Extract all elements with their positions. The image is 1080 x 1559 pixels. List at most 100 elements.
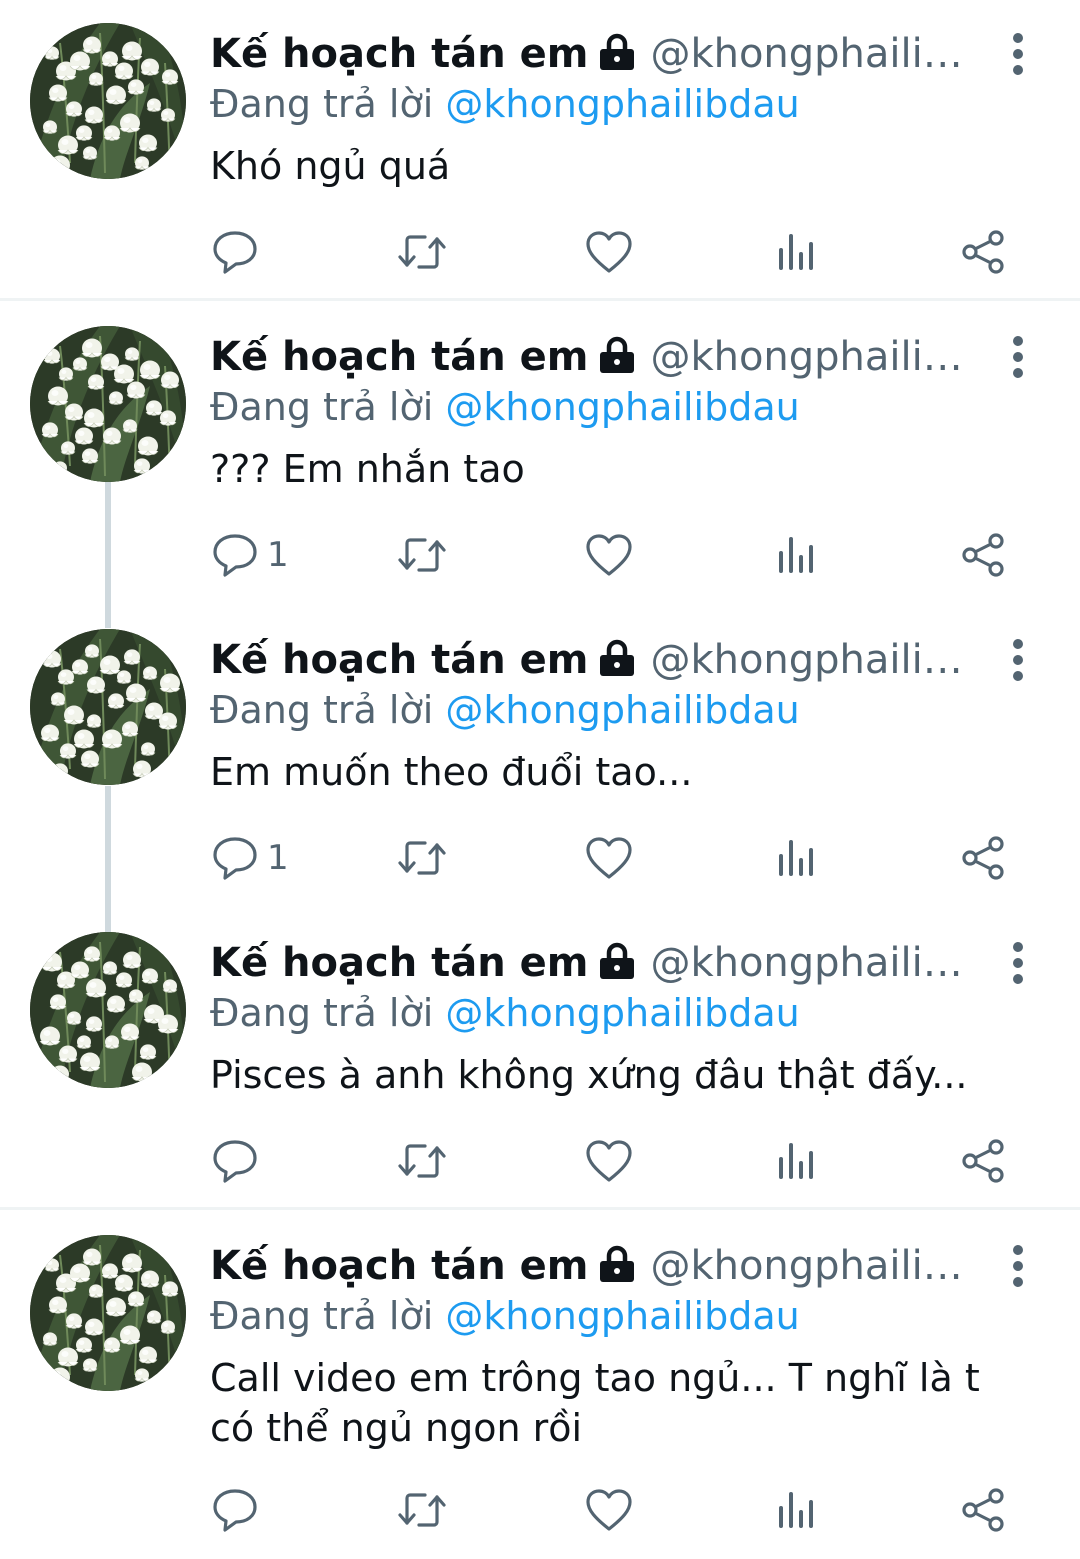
user-handle[interactable]: @khongphailibdau <box>650 632 970 688</box>
share-button[interactable] <box>960 1131 1006 1191</box>
reply-button[interactable]: 1 <box>211 828 289 888</box>
share-button[interactable] <box>960 828 1006 888</box>
like-button[interactable] <box>585 1131 633 1191</box>
tweet[interactable]: Kế hoạch tán em@khongphailibdau Đang trả… <box>0 0 1080 300</box>
retweet-button[interactable] <box>396 1131 448 1191</box>
replying-to-mention-link[interactable]: @khongphailibdau <box>445 991 799 1035</box>
user-handle[interactable]: @khongphailibdau <box>650 935 970 991</box>
tweet-text: ??? Em nhắn tao <box>210 447 525 491</box>
display-name[interactable]: Kế hoạch tán em <box>210 329 588 385</box>
tweet[interactable]: Kế hoạch tán em@khongphailibdau Đang trả… <box>0 303 1080 606</box>
replying-to-mention-link[interactable]: @khongphailibdau <box>445 1294 799 1338</box>
tweet-header: Kế hoạch tán em @khongphailibdau <box>210 632 990 688</box>
like-button[interactable] <box>585 525 633 585</box>
tweet-divider <box>0 298 1080 301</box>
reply-button[interactable] <box>211 1131 267 1191</box>
replying-to-label: Đang trả lời <box>210 1294 434 1338</box>
like-button[interactable] <box>585 1480 633 1540</box>
views-chart-icon <box>776 232 816 272</box>
views-button[interactable] <box>776 525 816 585</box>
retweet-button[interactable] <box>396 1480 448 1540</box>
reply-bubble-icon <box>211 532 259 578</box>
replying-to-label: Đang trả lời <box>210 385 434 429</box>
lock-icon <box>596 329 640 385</box>
reply-button[interactable] <box>211 1480 267 1540</box>
reply-bubble-icon <box>211 1487 259 1533</box>
display-name[interactable]: Kế hoạch tán em <box>210 26 588 82</box>
avatar[interactable] <box>30 23 186 179</box>
views-button[interactable] <box>776 1131 816 1191</box>
reply-bubble-icon <box>211 229 259 275</box>
tweet-actions-bar: 1 <box>0 525 1080 585</box>
replying-to-line: Đang trả lời @khongphailibdau <box>210 1290 800 1342</box>
replying-to-mention-link[interactable]: @khongphailibdau <box>445 82 799 126</box>
more-options-button[interactable] <box>990 329 1046 385</box>
like-button[interactable] <box>585 222 633 282</box>
share-button[interactable] <box>960 222 1006 282</box>
user-handle[interactable]: @khongphailibdau <box>650 1238 970 1294</box>
tweet-header: Kế hoạch tán em @khongphailibdau <box>210 26 990 82</box>
replying-to-line: Đang trả lời @khongphailibdau <box>210 381 800 433</box>
share-button[interactable] <box>960 1480 1006 1540</box>
tweet-header: Kế hoạch tán em @khongphailibdau <box>210 935 990 991</box>
tweet-text: Em muốn theo đuổi tao... <box>210 750 693 794</box>
tweet-header: Kế hoạch tán em @khongphailibdau <box>210 1238 990 1294</box>
views-chart-icon <box>776 1490 816 1530</box>
tweet-actions-bar <box>0 222 1080 282</box>
reply-count: 1 <box>267 838 289 878</box>
share-icon <box>960 835 1006 881</box>
tweet-text: Call video em trông tao ngủ... T nghĩ là… <box>210 1356 980 1450</box>
user-handle[interactable]: @khongphailibdau <box>650 329 970 385</box>
more-vertical-icon <box>1013 336 1023 378</box>
more-vertical-icon <box>1013 33 1023 75</box>
share-icon <box>960 1487 1006 1533</box>
heart-icon <box>585 533 633 577</box>
tweet-divider <box>0 1207 1080 1210</box>
retweet-button[interactable] <box>396 828 448 888</box>
avatar[interactable] <box>30 326 186 482</box>
tweet[interactable]: Kế hoạch tán em@khongphailibdau Đang trả… <box>0 909 1080 1209</box>
views-button[interactable] <box>776 828 816 888</box>
replying-to-mention-link[interactable]: @khongphailibdau <box>445 688 799 732</box>
tweet[interactable]: Kế hoạch tán em@khongphailibdau Đang trả… <box>0 1212 1080 1559</box>
avatar[interactable] <box>30 932 186 1088</box>
like-button[interactable] <box>585 828 633 888</box>
retweet-button[interactable] <box>396 525 448 585</box>
tweet-text: Khó ngủ quá <box>210 144 451 188</box>
lock-icon <box>596 1238 640 1294</box>
heart-icon <box>585 230 633 274</box>
more-options-button[interactable] <box>990 1238 1046 1294</box>
replying-to-label: Đang trả lời <box>210 82 434 126</box>
reply-button[interactable] <box>211 222 267 282</box>
avatar[interactable] <box>30 1235 186 1391</box>
tweet-actions-bar <box>0 1131 1080 1191</box>
replying-to-mention-link[interactable]: @khongphailibdau <box>445 385 799 429</box>
more-options-button[interactable] <box>990 935 1046 991</box>
reply-button[interactable]: 1 <box>211 525 289 585</box>
retweet-icon <box>396 231 448 273</box>
views-button[interactable] <box>776 1480 816 1540</box>
tweet-thread-feed: Kế hoạch tán em@khongphailibdau Đang trả… <box>0 0 1080 1559</box>
more-options-button[interactable] <box>990 632 1046 688</box>
replying-to-line: Đang trả lời @khongphailibdau <box>210 684 800 736</box>
tweet-actions-bar <box>0 1480 1080 1540</box>
display-name[interactable]: Kế hoạch tán em <box>210 632 588 688</box>
heart-icon <box>585 1139 633 1183</box>
avatar[interactable] <box>30 629 186 785</box>
display-name[interactable]: Kế hoạch tán em <box>210 1238 588 1294</box>
retweet-icon <box>396 1140 448 1182</box>
replying-to-line: Đang trả lời @khongphailibdau <box>210 987 800 1039</box>
display-name[interactable]: Kế hoạch tán em <box>210 935 588 991</box>
retweet-button[interactable] <box>396 222 448 282</box>
views-button[interactable] <box>776 222 816 282</box>
heart-icon <box>585 1488 633 1532</box>
views-chart-icon <box>776 1141 816 1181</box>
share-button[interactable] <box>960 525 1006 585</box>
replying-to-label: Đang trả lời <box>210 991 434 1035</box>
share-icon <box>960 229 1006 275</box>
more-options-button[interactable] <box>990 26 1046 82</box>
tweet[interactable]: Kế hoạch tán em@khongphailibdau Đang trả… <box>0 606 1080 909</box>
reply-bubble-icon <box>211 835 259 881</box>
user-handle[interactable]: @khongphailibdau <box>650 26 970 82</box>
views-chart-icon <box>776 535 816 575</box>
